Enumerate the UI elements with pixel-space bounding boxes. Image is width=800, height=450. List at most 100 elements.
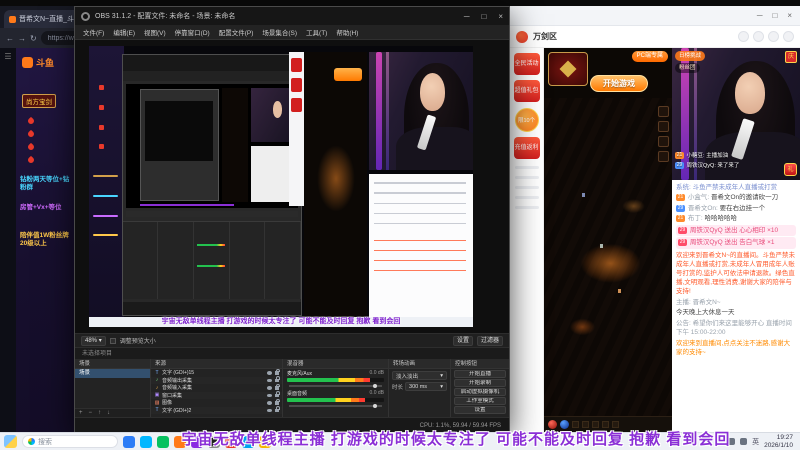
maximize-icon[interactable]: □ [772, 11, 777, 20]
overlay-chat-line: 21 小糖豆: 主播加油 [675, 151, 728, 159]
game-menu-icons[interactable] [658, 106, 669, 162]
duration-input[interactable]: 300 ms ▾ [405, 382, 447, 391]
overlay-chat-text: 小糖豆: 主播加油 [686, 153, 729, 159]
transition-select[interactable]: 淡入淡出 ▾ [392, 371, 447, 380]
visibility-icon[interactable] [267, 401, 272, 405]
studio-mode-button[interactable]: 工作室模式 [454, 397, 506, 405]
maximize-icon[interactable]: □ [481, 12, 486, 21]
launcher-titlebar: ─ □ × [510, 6, 800, 26]
virtual-camera-button[interactable]: 启动虚拟摄像机 [454, 388, 506, 396]
close-icon[interactable]: × [787, 11, 792, 20]
move-down-icon[interactable]: ↓ [107, 410, 110, 416]
gift-username[interactable]: 周铁汉QyQ [690, 239, 723, 246]
remove-scene-icon[interactable]: − [89, 410, 93, 416]
lock-icon[interactable] [275, 406, 280, 412]
filters-button[interactable]: 过滤器 [476, 335, 503, 346]
douyu-logo[interactable]: 斗鱼 [22, 56, 54, 69]
browser-sidebar[interactable]: ☰ [0, 48, 16, 432]
window-controls: ─ □ × [464, 12, 503, 21]
item-slot[interactable] [572, 421, 579, 428]
settings-button[interactable]: 设置 [454, 406, 506, 414]
visibility-icon[interactable] [267, 408, 272, 412]
lock-icon[interactable] [275, 376, 280, 382]
menu-help[interactable]: 帮助(H) [336, 27, 358, 37]
recursive-obs-window [139, 88, 219, 201]
promo-card-activity[interactable]: 全民活动 [513, 53, 540, 75]
scene-list-item[interactable]: 场景 [75, 369, 150, 378]
stepper-icons[interactable]: ▾ [440, 384, 443, 390]
visibility-icon[interactable] [267, 393, 272, 397]
mp-orb [560, 420, 569, 429]
move-up-icon[interactable]: ↑ [98, 410, 101, 416]
gift-text: 送出 心心相印 ×10 [724, 226, 779, 234]
menu-edit[interactable]: 编辑(E) [113, 27, 135, 37]
source-row[interactable]: ▣ 窗口采集 [151, 391, 282, 399]
customer-service-icon[interactable] [768, 31, 779, 42]
volume-slider[interactable] [289, 383, 382, 388]
volume-slider[interactable] [289, 403, 382, 408]
chat-username[interactable]: 晋希文On: [688, 205, 718, 212]
fan-club-pill[interactable]: 粉丝团 [675, 63, 700, 73]
forward-icon[interactable]: → [18, 34, 26, 43]
add-scene-icon[interactable]: + [79, 410, 83, 416]
share-icon[interactable] [738, 31, 749, 42]
properties-button[interactable]: 设置 [452, 335, 473, 346]
zoom-level-dropdown[interactable]: 48% ▾ [81, 335, 106, 346]
captured-obs-docks [122, 221, 302, 300]
item-slot[interactable] [582, 421, 589, 428]
lock-icon[interactable] [275, 383, 280, 390]
start-game-button[interactable]: 开始游戏 [590, 75, 648, 92]
chat-text: 要在右边挂一个 [719, 204, 766, 212]
source-row[interactable]: T 文字 (GDI+)2 [151, 406, 282, 414]
close-icon[interactable]: × [498, 12, 503, 21]
minimize-icon[interactable]: ─ [464, 12, 470, 21]
visibility-icon[interactable] [267, 386, 272, 390]
promo-card-recharge[interactable]: 充值返利 [513, 137, 540, 159]
menu-profile[interactable]: 配置文件(P) [219, 27, 254, 37]
item-slot[interactable] [602, 421, 609, 428]
item-slot[interactable] [592, 421, 599, 428]
start-recording-button[interactable]: 开始录制 [454, 379, 506, 387]
gift-message: 29 周铁汉QyQ 送出 心心相印 ×10 [676, 224, 796, 237]
obs-preview[interactable]: 宇宙无敌单线程主播 打游戏的时候太专注了 可能不能及时回复 抱歉 看到会回 [75, 40, 509, 333]
obs-titlebar[interactable]: OBS 31.1.2 - 配置文件: 未命名 - 场景: 未命名 ─ □ × [75, 7, 509, 25]
back-icon[interactable]: ← [6, 34, 14, 43]
menu-view[interactable]: 视图(V) [144, 27, 166, 37]
game-sprite [600, 244, 604, 249]
menu-file[interactable]: 文件(F) [83, 27, 104, 37]
chat-username[interactable]: 布丁: [688, 215, 703, 222]
source-row[interactable]: ▨ 图像 [151, 398, 282, 407]
gift-box-icon[interactable]: 礼 [784, 163, 797, 176]
pc-exclusive-pill[interactable]: PC端专属 [631, 51, 668, 62]
promo-card-bundle[interactable]: 超值礼包 [513, 80, 540, 102]
source-row[interactable]: T 文字 (GDI+)15 [151, 368, 282, 377]
item-slot[interactable] [612, 421, 619, 428]
more-icon[interactable] [783, 31, 794, 42]
search-input[interactable]: 搜索 [22, 435, 118, 448]
menu-tools[interactable]: 工具(T) [306, 27, 327, 37]
lock-icon[interactable] [275, 368, 280, 375]
promo-list-line [514, 186, 539, 189]
promo-list-line [514, 166, 539, 169]
widgets-weather-icon[interactable] [4, 435, 17, 448]
promo-limit-badge[interactable]: 限10个 [514, 108, 539, 132]
lock-icon[interactable] [275, 391, 280, 397]
gift-username[interactable]: 周铁汉QyQ [690, 227, 723, 234]
rank-challenge-pill[interactable]: 日榜挑战 [675, 51, 706, 61]
source-row[interactable]: ♪ 音频输入采集 [151, 383, 282, 392]
minimize-icon[interactable]: ─ [757, 11, 763, 20]
menu-icon[interactable]: ☰ [4, 52, 11, 61]
reload-icon[interactable]: ↻ [30, 34, 37, 43]
start-streaming-button[interactable]: 开始直播 [454, 370, 506, 378]
refresh-icon[interactable] [753, 31, 764, 42]
anniversary-badge[interactable]: 庆 [785, 51, 797, 63]
visibility-icon[interactable] [267, 371, 272, 375]
overlay-chat-text: 周铁汉QyQ: 来了来了 [686, 163, 740, 169]
menu-docks[interactable]: 停靠窗口(D) [175, 27, 210, 37]
visibility-icon[interactable] [267, 378, 272, 382]
source-row[interactable]: ♪ 音频输出采集 [151, 376, 282, 384]
chat-username[interactable]: 小盒气: [688, 194, 709, 201]
lock-icon[interactable] [275, 398, 280, 405]
menu-scene-collection[interactable]: 场景集合(S) [262, 27, 297, 37]
fit-preview-checkbox[interactable] [109, 337, 116, 344]
